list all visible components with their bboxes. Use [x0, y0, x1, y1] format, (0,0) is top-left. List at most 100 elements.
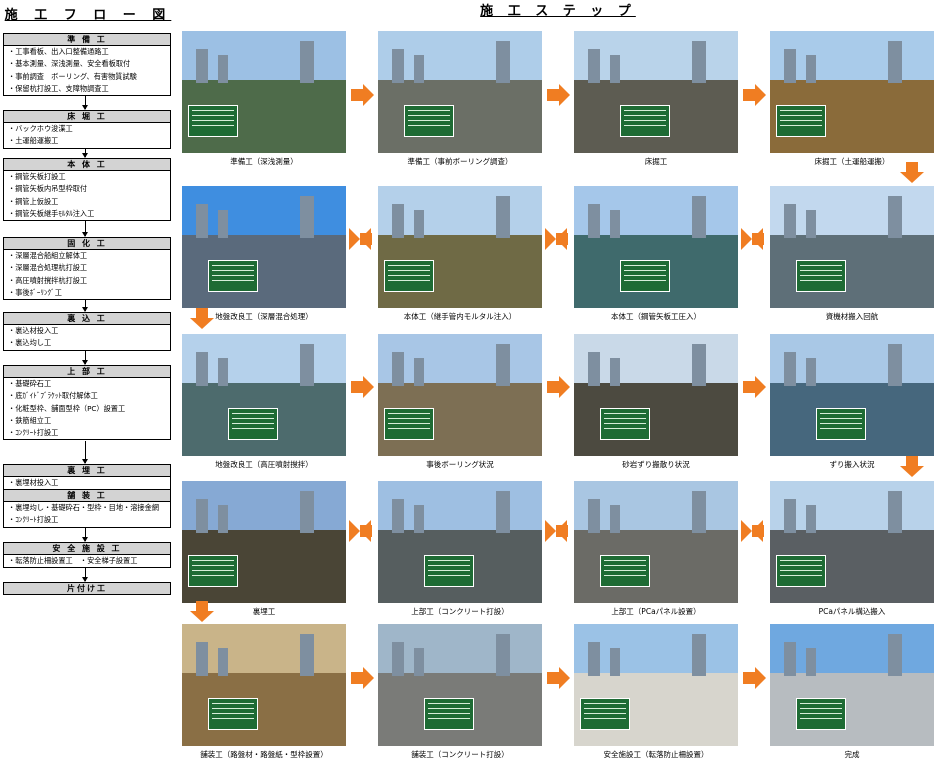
step-photo — [770, 481, 934, 603]
photo-building — [806, 505, 816, 533]
flow-connector-arrow — [82, 527, 88, 543]
flow-stage-header: 裏 込 工 — [3, 312, 171, 325]
step-photo — [182, 31, 346, 153]
photo-building — [196, 499, 208, 533]
step-caption: 準備工（事前ボーリング調査） — [407, 157, 513, 166]
step-photo — [182, 481, 346, 603]
photo-building — [692, 634, 706, 676]
flow-stage-header: 準 備 工 — [3, 33, 171, 46]
photo-building — [196, 642, 208, 676]
flow-stage-item: ・ｺﾝｸﾘｰﾄ打設工 — [8, 428, 59, 438]
step-caption: 本体工（鋼管矢板工圧入） — [611, 312, 701, 321]
flow-stage-item: ・深層混合処理杭打設工 — [8, 263, 88, 273]
photo-signboard — [816, 408, 866, 440]
photo-building — [610, 210, 620, 238]
photo-ground — [574, 529, 738, 603]
flow-stage-item: ・鋼管上仮設工 — [8, 196, 59, 206]
photo-building — [888, 41, 902, 83]
photo-building — [392, 499, 404, 533]
step-caption: 準備工（深浅測量） — [230, 157, 298, 166]
step-photo — [378, 186, 542, 308]
photo-signboard — [208, 260, 258, 292]
photo-building — [784, 352, 796, 386]
photo-building — [392, 49, 404, 83]
flow-stage-item: ・保留杭打設工、支障物調査工 — [8, 83, 109, 93]
photo-signboard — [404, 105, 454, 137]
flow-stage-item: ・鋼管矢板打設工 — [8, 172, 66, 181]
flow-stage-item: ・事前調査 ボーリング、有害物質試験 — [8, 71, 137, 81]
photo-building — [496, 196, 510, 238]
photo-building — [784, 204, 796, 238]
flow-connector-arrow — [82, 440, 88, 464]
flow-stage-items: ・裏埋均し・基礎砕石・型枠・目地・溶接金網 ・ｺﾝｸﾘｰﾄ打設工 — [3, 502, 171, 528]
photo-building — [588, 49, 600, 83]
photo-building — [496, 41, 510, 83]
photo-building — [784, 49, 796, 83]
flow-stage-header: 本 体 工 — [3, 158, 171, 171]
photo-signboard — [424, 698, 474, 730]
flow-stage-header: 舗 装 工 — [3, 489, 171, 502]
step-photo — [770, 186, 934, 308]
photo-ground — [770, 234, 934, 308]
photo-building — [888, 344, 902, 386]
step-photo — [378, 481, 542, 603]
step-caption: PCaパネル構込搬入 — [818, 607, 886, 616]
photo-building — [588, 204, 600, 238]
step-photo — [770, 624, 934, 746]
flow-stage-item: ・鋼管矢板内吊型枠取付 — [8, 184, 88, 194]
flow-stage-item: ・底ｶﾞｲﾄﾞﾌﾞﾗｹｯﾄ取付解体工 — [8, 391, 98, 401]
photo-signboard — [600, 555, 650, 587]
photo-signboard — [796, 260, 846, 292]
flow-stage-items: ・基礎砕石工 ・底ｶﾞｲﾄﾞﾌﾞﾗｹｯﾄ取付解体工 ・化粧型枠、舗面型枠（PC）設置… — [3, 378, 171, 441]
photo-building — [218, 55, 228, 83]
photo-building — [196, 352, 208, 386]
photo-building — [888, 634, 902, 676]
photo-building — [218, 358, 228, 386]
flow-stage-items: ・深層混合船組立解体工 ・深層混合処理杭打設工 ・高圧噴射撹拌杭打設工 ・事後ﾎﾞｰﾘ… — [3, 250, 171, 301]
flow-stage-header: 片付け工 — [3, 582, 171, 595]
steps-title: 施 工 ス テ ッ プ — [480, 4, 636, 19]
step-caption: 舗装工（路盤材・路盤紙・型枠設置） — [200, 750, 328, 759]
flow-stage-item: ・裏込均し工 — [8, 338, 52, 348]
step-caption: 舗装工（コンクリート打設） — [411, 750, 509, 759]
photo-building — [806, 648, 816, 676]
step-photo — [574, 624, 738, 746]
step-caption: 安全施設工（転落防止柵設置） — [603, 750, 709, 759]
flow-stage-items: ・鋼管矢板打設工・鋼管矢板内吊型枠取付 ・鋼管上仮設工・鋼管矢板継手ﾓﾙﾀﾙ注入工 — [3, 171, 171, 222]
photo-ground — [574, 382, 738, 456]
step-photo — [574, 186, 738, 308]
photo-building — [692, 41, 706, 83]
step-caption: 上部工（コンクリート打設） — [411, 607, 509, 616]
photo-signboard — [776, 105, 826, 137]
photo-building — [392, 642, 404, 676]
flow-stage-item: ・土運船運搬工 — [8, 136, 59, 146]
flow-connector-arrow — [82, 350, 88, 366]
flow-stage-item: ・鉄筋組立工 — [8, 415, 52, 425]
photo-building — [888, 491, 902, 533]
step-caption: 上部工（PCaパネル設置） — [611, 607, 701, 616]
photo-building — [218, 648, 228, 676]
photo-building — [806, 210, 816, 238]
flow-stage-item: ・基本測量、深浅測量、安全看板取付 — [8, 59, 131, 69]
photo-building — [784, 642, 796, 676]
photo-signboard — [188, 105, 238, 137]
photo-building — [300, 344, 314, 386]
step-photo — [378, 31, 542, 153]
flow-stage-item: ・バックホウ浚渫工 — [8, 124, 73, 133]
flow-chart-title: 施 工 フ ロ ー 図 — [4, 8, 172, 23]
step-caption: 本体工（継手管内モルタル注入） — [403, 312, 517, 321]
flow-stage-item: ・裏埋材投入工 — [8, 478, 59, 487]
photo-building — [414, 505, 424, 533]
step-photo — [182, 186, 346, 308]
photo-building — [692, 344, 706, 386]
flow-stage-item: ・深層混合船組立解体工 — [8, 251, 88, 260]
photo-signboard — [620, 260, 670, 292]
flow-stage-item: ・鋼管矢板継手ﾓﾙﾀﾙ注入工 — [8, 208, 95, 218]
photo-ground — [182, 234, 346, 308]
photo-building — [300, 491, 314, 533]
step-photo — [770, 31, 934, 153]
photo-building — [888, 196, 902, 238]
photo-signboard — [208, 698, 258, 730]
photo-building — [414, 648, 424, 676]
step-photo — [574, 334, 738, 456]
